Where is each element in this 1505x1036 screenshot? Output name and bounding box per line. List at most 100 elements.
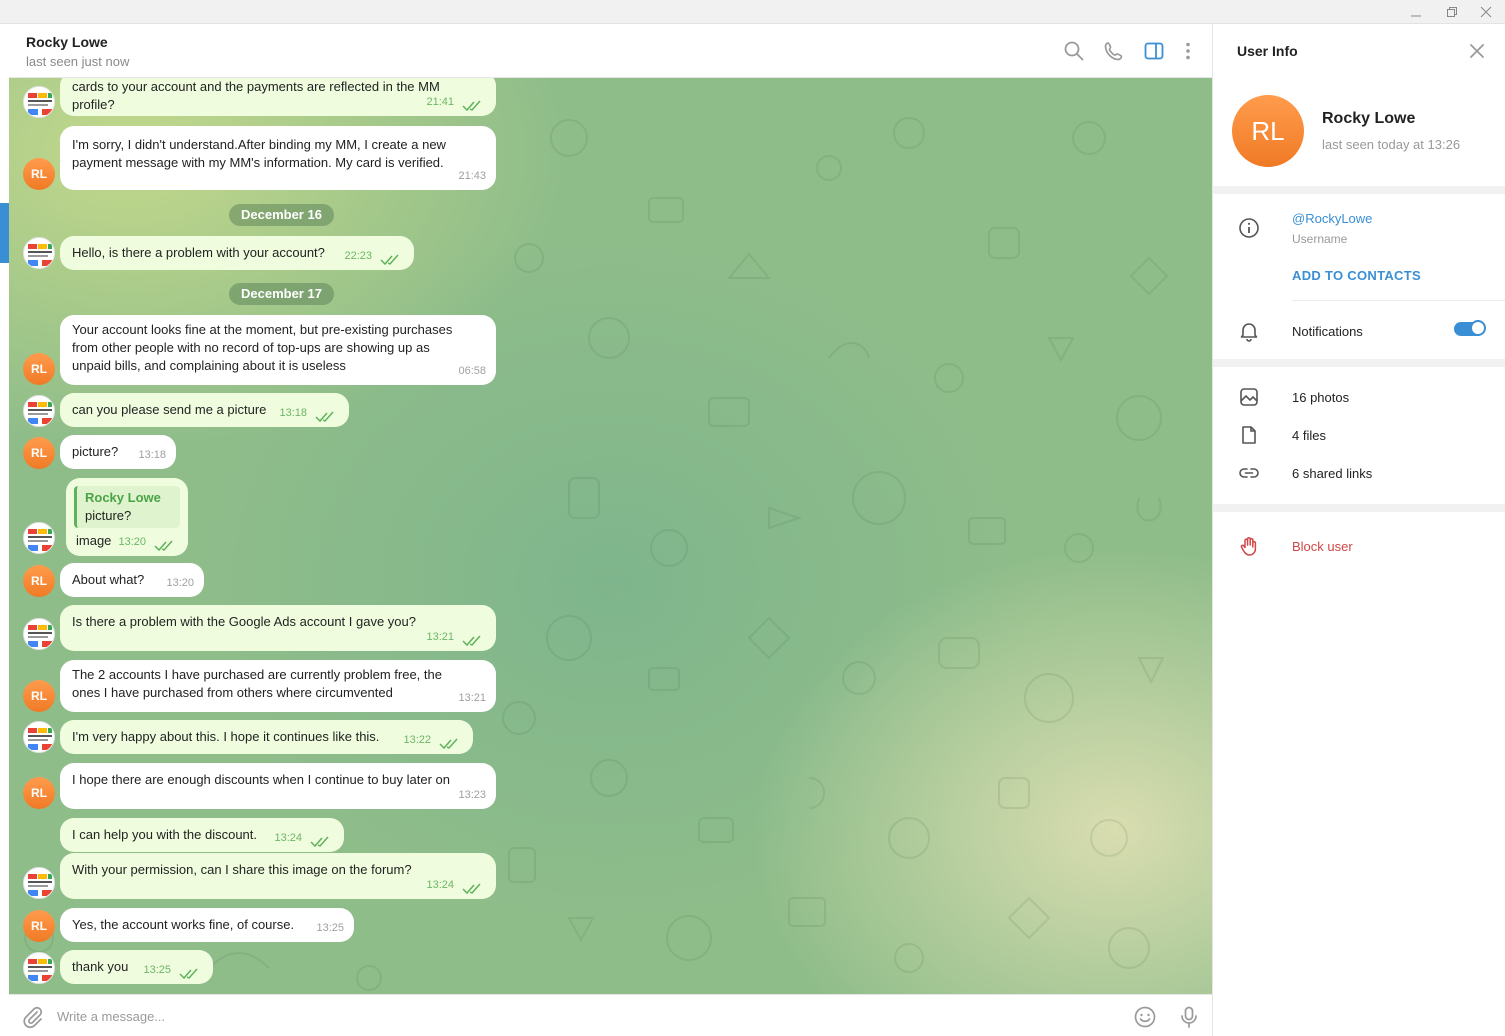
my-avatar[interactable] (23, 721, 55, 753)
chat-title[interactable]: Rocky Lowe (26, 34, 108, 50)
message-text: I hope there are enough discounts when I… (72, 772, 450, 787)
microphone-icon[interactable] (1177, 1005, 1201, 1029)
message-time: 06:58 (458, 365, 486, 377)
message-bubble[interactable]: Is there a problem with the Google Ads a… (60, 605, 496, 651)
message-input[interactable] (57, 1005, 1117, 1027)
emoji-icon[interactable] (1133, 1005, 1157, 1029)
left-sidebar-edge (0, 24, 9, 1036)
panel-title: User Info (1237, 43, 1298, 59)
shared-files-link[interactable]: 4 files (1292, 428, 1326, 443)
search-icon[interactable] (1063, 40, 1085, 62)
message-bubble[interactable]: can you please send me a picture 13:18 (60, 393, 349, 427)
block-hand-icon (1240, 537, 1257, 556)
message-bubble[interactable]: I hope there are enough discounts when I… (60, 763, 496, 809)
read-checks-icon (439, 738, 458, 750)
read-checks-icon (315, 411, 334, 423)
message-text: Your account looks fine at the moment, b… (72, 322, 453, 373)
notifications-toggle[interactable] (1454, 320, 1486, 336)
reply-quote[interactable]: Rocky Lowe picture? (74, 486, 180, 528)
chat-header: Rocky Lowe last seen just now (9, 24, 1212, 78)
contact-avatar[interactable]: RL (23, 565, 55, 597)
message-text: The 2 accounts I have purchased are curr… (72, 667, 442, 700)
contact-avatar[interactable]: RL (23, 353, 55, 385)
profile-status: last seen today at 13:26 (1322, 137, 1461, 152)
message-bubble[interactable]: I can help you with the discount. 13:24 (60, 818, 344, 852)
message-time: 22:23 (344, 250, 372, 262)
message-bubble[interactable]: Yes, the account works fine, of course. … (60, 908, 354, 942)
message-time: 13:20 (118, 536, 146, 548)
my-avatar[interactable] (23, 395, 55, 427)
message-text: Is there a problem with the Google Ads a… (72, 614, 416, 629)
reply-text: picture? (85, 508, 132, 523)
message-time: 13:22 (403, 734, 431, 746)
contact-avatar[interactable]: RL (23, 158, 55, 190)
message-text: With your permission, can I share this i… (72, 862, 412, 877)
username-label: Username (1292, 232, 1348, 246)
read-checks-icon (380, 254, 399, 266)
file-icon (1242, 426, 1256, 444)
my-avatar[interactable] (23, 952, 55, 984)
link-icon (1239, 468, 1259, 478)
message-time: 13:25 (143, 964, 171, 976)
shared-links-link[interactable]: 6 shared links (1292, 466, 1372, 481)
window-titlebar (0, 0, 1505, 24)
section-separator (1213, 186, 1505, 194)
read-checks-icon (310, 836, 329, 848)
minimize-icon[interactable] (1396, 0, 1436, 24)
chat-area: cards to your account and the payments a… (9, 78, 1212, 994)
notifications-label: Notifications (1292, 324, 1363, 339)
message-time: 13:18 (279, 407, 307, 419)
message-bubble[interactable]: About what? 13:20 (60, 563, 204, 597)
message-bubble[interactable]: picture? 13:18 (60, 435, 176, 469)
my-avatar[interactable] (23, 522, 55, 554)
attach-icon[interactable] (21, 1005, 45, 1029)
message-bubble[interactable]: With your permission, can I share this i… (60, 853, 496, 899)
phone-icon[interactable] (1103, 40, 1125, 62)
message-time: 13:21 (458, 692, 486, 704)
section-separator (1213, 359, 1505, 367)
message-bubble[interactable]: Your account looks fine at the moment, b… (60, 315, 496, 385)
my-avatar[interactable] (23, 618, 55, 650)
message-bubble[interactable]: The 2 accounts I have purchased are curr… (60, 660, 496, 712)
reply-author: Rocky Lowe (85, 490, 161, 505)
username-link[interactable]: @RockyLowe (1292, 211, 1372, 226)
date-separator: December 16 (229, 204, 334, 226)
profile-avatar[interactable]: RL (1232, 95, 1304, 167)
add-to-contacts-button[interactable]: ADD TO CONTACTS (1292, 268, 1421, 283)
contact-avatar[interactable]: RL (23, 910, 55, 942)
close-icon[interactable] (1467, 41, 1487, 61)
sidebar-toggle-icon[interactable] (1143, 40, 1165, 62)
read-checks-icon (154, 540, 173, 552)
row-divider (1292, 300, 1505, 301)
my-avatar[interactable] (23, 867, 55, 899)
active-chat-indicator (0, 203, 9, 263)
message-bubble[interactable]: I'm sorry, I didn't understand.After bin… (60, 126, 496, 190)
shared-photos-link[interactable]: 16 photos (1292, 390, 1349, 405)
message-text: Yes, the account works fine, of course. (72, 917, 295, 932)
message-time: 13:24 (274, 832, 302, 844)
close-icon[interactable] (1466, 0, 1505, 24)
message-bubble[interactable]: Rocky Lowe picture? image 13:20 (66, 478, 188, 556)
contact-avatar[interactable]: RL (23, 777, 55, 809)
my-avatar[interactable] (23, 237, 55, 269)
section-separator (1213, 504, 1505, 512)
message-bubble[interactable]: I'm very happy about this. I hope it con… (60, 720, 473, 754)
contact-avatar[interactable]: RL (23, 680, 55, 712)
my-avatar[interactable] (23, 86, 55, 118)
read-checks-icon (462, 635, 481, 647)
message-time: 13:20 (166, 577, 194, 589)
block-user-button[interactable]: Block user (1292, 539, 1353, 554)
read-checks-icon (462, 100, 481, 112)
message-time: 21:41 (426, 96, 454, 108)
more-options-icon[interactable] (1177, 40, 1199, 62)
read-checks-icon (462, 883, 481, 895)
message-time: 13:24 (426, 879, 454, 891)
message-bubble[interactable]: cards to your account and the payments a… (60, 78, 496, 116)
bell-icon (1240, 323, 1258, 342)
chat-status: last seen just now (26, 54, 130, 69)
message-bubble[interactable]: Hello, is there a problem with your acco… (60, 236, 414, 270)
message-bubble[interactable]: thank you 13:25 (60, 950, 213, 984)
user-info-panel: User Info RL Rocky Lowe last seen today … (1213, 24, 1505, 1036)
contact-avatar[interactable]: RL (23, 437, 55, 469)
message-time: 21:43 (458, 170, 486, 182)
